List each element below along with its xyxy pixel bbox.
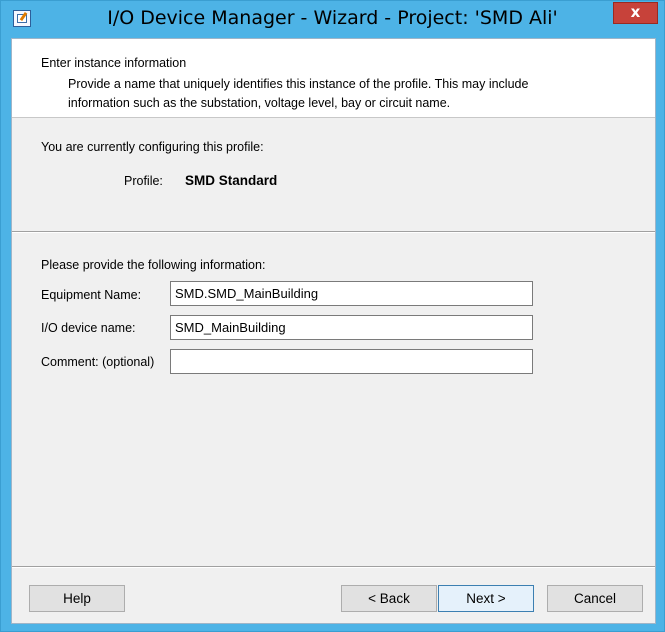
title-bar[interactable]: I/O Device Manager - Wizard - Project: '… [1,1,664,38]
header-description: Provide a name that uniquely identifies … [68,77,529,110]
comment-label: Comment: (optional) [41,355,155,369]
window-title: I/O Device Manager - Wizard - Project: '… [107,7,558,29]
io-device-name-input[interactable] [170,315,533,340]
form-intro: Please provide the following information… [41,258,266,272]
wizard-window: I/O Device Manager - Wizard - Project: '… [0,0,665,632]
button-bar-divider [12,566,655,568]
profile-intro: You are currently configuring this profi… [41,140,264,154]
equipment-name-label: Equipment Name: [41,288,142,302]
profile-label: Profile: [124,174,163,188]
back-button[interactable]: < Back [341,585,437,612]
header-title: Enter instance information [41,56,187,70]
section-divider [12,231,655,233]
next-button[interactable]: Next > [438,585,534,612]
comment-input[interactable] [170,349,533,374]
help-button[interactable]: Help [29,585,125,612]
cancel-button[interactable]: Cancel [547,585,643,612]
close-button[interactable]: x [613,2,658,24]
wizard-header: Enter instance information Provide a nam… [12,39,655,118]
equipment-name-input[interactable] [170,281,533,306]
wizard-client-area: Enter instance information Provide a nam… [11,38,656,624]
io-device-name-label: I/O device name: [41,321,136,335]
profile-value: SMD Standard [185,173,278,188]
